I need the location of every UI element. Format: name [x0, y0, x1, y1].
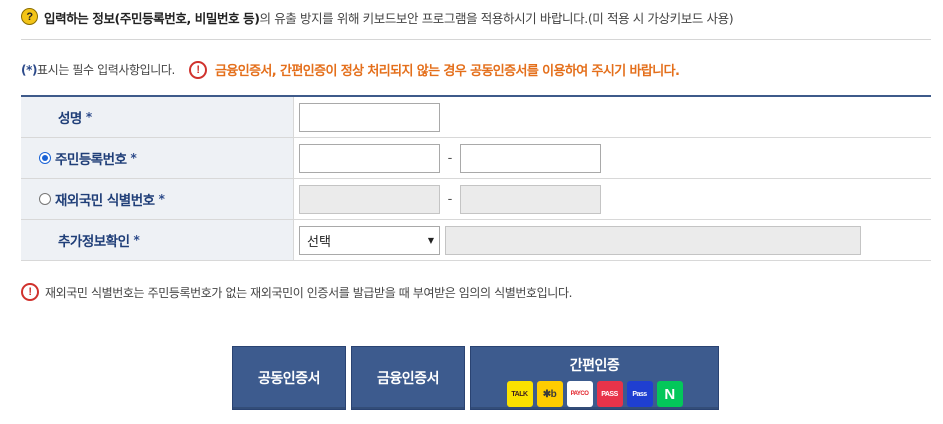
select-value: 선택 — [307, 234, 331, 250]
required-star: * — [130, 151, 137, 165]
name-input[interactable] — [299, 102, 440, 132]
simple-auth-title: 간편인증 — [569, 358, 620, 374]
form-row-name: 성명 * — [21, 97, 931, 138]
required-star-legend: (*) — [21, 62, 38, 77]
form-row-extra-info: 추가정보확인 * 선택 ▼ — [21, 220, 931, 261]
kb-icon: ✱b — [536, 381, 563, 407]
financial-cert-button[interactable]: 금융인증서 — [351, 346, 465, 410]
extra-info-input[interactable] — [445, 225, 861, 255]
identity-form: 성명 * 주민등록번호 * - 재외국민 식별번호 * - 추가정보확인 * 선… — [21, 95, 931, 261]
security-notice: ? 입력하는 정보(주민등록번호, 비밀번호 등)의 유출 방지를 위해 키보드… — [21, 8, 931, 40]
rrn-label[interactable]: 주민등록번호 * — [21, 138, 294, 178]
foreign-id-info-text: 재외국민 식별번호는 주민등록번호가 없는 재외국민이 인증서를 발급받을 때 … — [45, 285, 573, 300]
warning-icon: ! — [21, 283, 39, 301]
samsung-pass-icon: Pass — [626, 381, 653, 407]
extra-info-select[interactable]: 선택 ▼ — [299, 225, 440, 255]
cert-warning-text: 금융인증서, 간편인증이 정상 처리되지 않는 경우 공동인증서를 이용하여 주… — [214, 64, 680, 79]
warning-icon: ! — [188, 60, 207, 79]
form-row-rrn: 주민등록번호 * - — [21, 138, 931, 179]
name-label: 성명 * — [21, 97, 294, 137]
form-row-foreign-id: 재외국민 식별번호 * - — [21, 179, 931, 220]
foreign-id-front-input[interactable] — [299, 184, 440, 214]
required-legend-text: 표시는 필수 입력사항입니다. — [37, 63, 175, 77]
pass-icon: PASS — [596, 381, 623, 407]
foreign-id-label[interactable]: 재외국민 식별번호 * — [21, 179, 294, 219]
foreign-id-radio[interactable] — [39, 193, 51, 205]
rrn-front-input[interactable] — [299, 143, 440, 173]
rrn-back-input[interactable] — [460, 143, 601, 173]
foreign-id-back-input[interactable] — [460, 184, 601, 214]
required-legend: (*) 표시는 필수 입력사항입니다. ! 금융인증서, 간편인증이 정상 처리… — [21, 60, 931, 79]
dash-separator: - — [447, 150, 453, 166]
simple-auth-provider-icons: TALK ✱b PAYCO PASS Pass N — [506, 381, 683, 407]
kakao-talk-icon: TALK — [506, 381, 533, 407]
rrn-radio[interactable] — [39, 152, 51, 164]
question-icon: ? — [21, 8, 38, 25]
payco-icon: PAYCO — [566, 381, 593, 407]
required-star: * — [85, 110, 92, 124]
extra-info-label: 추가정보확인 * — [21, 220, 294, 260]
required-star: * — [133, 233, 140, 247]
naver-icon: N — [656, 381, 683, 407]
notice-text: 입력하는 정보(주민등록번호, 비밀번호 등)의 유출 방지를 위해 키보드보안… — [44, 11, 734, 26]
dropdown-arrow-icon: ▼ — [427, 235, 434, 245]
dash-separator: - — [447, 191, 453, 207]
foreign-id-info: ! 재외국민 식별번호는 주민등록번호가 없는 재외국민이 인증서를 발급받을 … — [21, 283, 572, 301]
joint-cert-button[interactable]: 공동인증서 — [232, 346, 346, 410]
required-star: * — [158, 192, 165, 206]
simple-auth-button[interactable]: 간편인증 TALK ✱b PAYCO PASS Pass N — [470, 346, 719, 410]
